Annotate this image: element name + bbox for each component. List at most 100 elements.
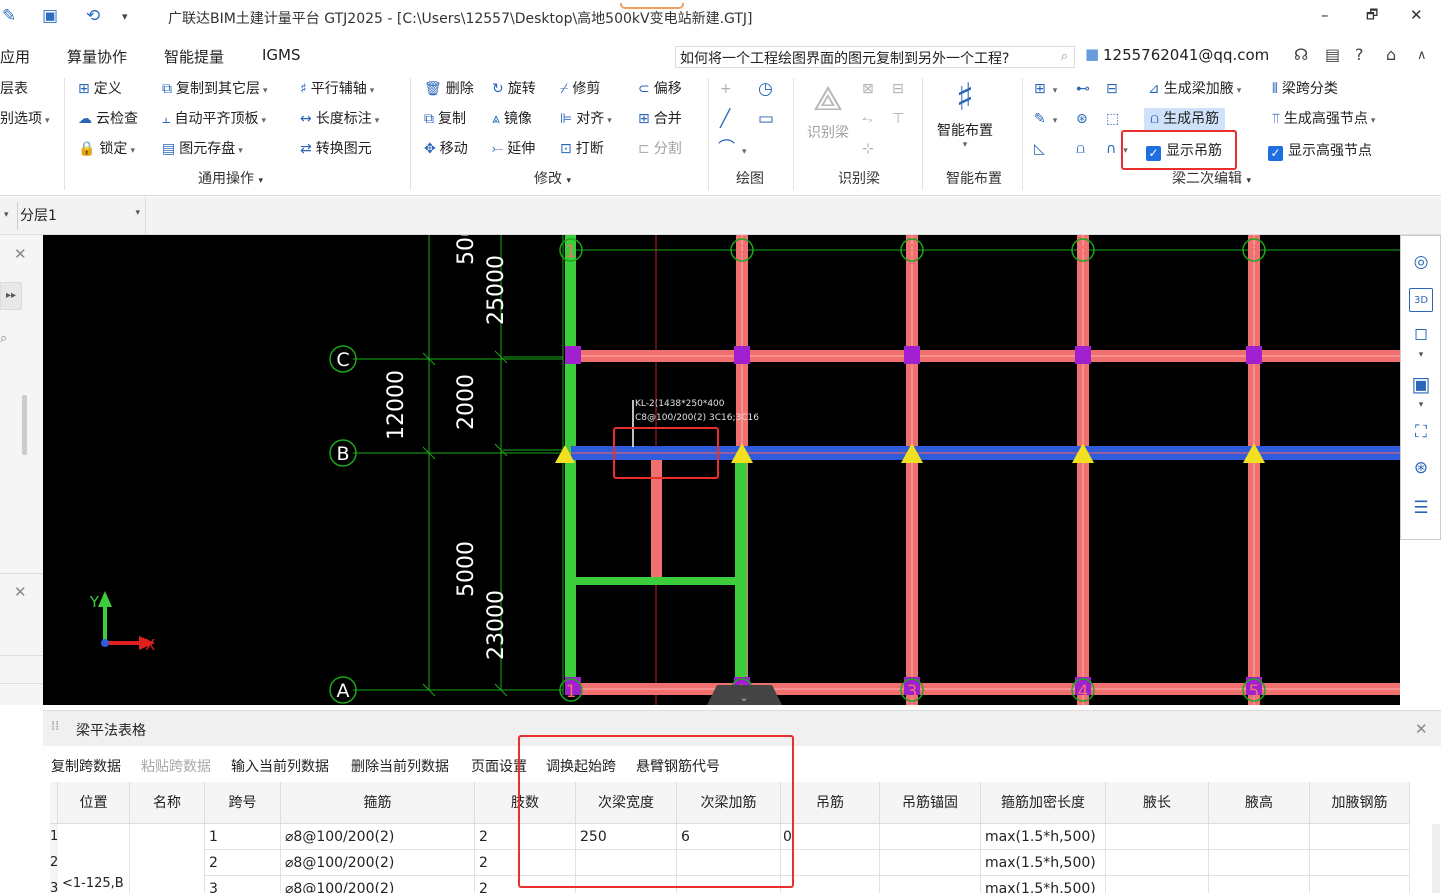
input-column-button[interactable]: 输入当前列数据 — [231, 756, 329, 776]
col-haunch-length[interactable]: 腋长 — [1106, 782, 1209, 824]
beam-support-button[interactable]: ⊷ — [1076, 78, 1094, 100]
help-search-input[interactable]: 如何将一个工程绘图界面的图元复制到另外一个工程? ⌕ — [675, 46, 1075, 68]
draw-beam-button[interactable]: ✎ ▾ — [1034, 108, 1057, 130]
cell-stirrup[interactable]: ⌀8@100/200(2) — [281, 876, 475, 893]
group-label-modify[interactable]: 修改 ▾ — [534, 168, 571, 188]
select-options-button[interactable]: 别选项 ▾ — [0, 108, 50, 130]
col-haunch-bar[interactable]: 加腋钢筋 — [1310, 782, 1410, 824]
move-button[interactable]: ✥ 移动 — [424, 138, 468, 160]
cell-hanger-anchor[interactable] — [880, 876, 981, 893]
cell-haunch-length[interactable] — [1106, 850, 1209, 876]
col-dense-length[interactable]: 箍筋加密长度 — [981, 782, 1106, 824]
cell-haunch-height[interactable] — [1209, 824, 1310, 850]
grid-scrollbar[interactable] — [1432, 824, 1440, 893]
copy-to-layer-button[interactable]: ⧉ 复制到其它层 ▾ — [162, 78, 268, 100]
beam-list-button[interactable]: ⊟ — [1106, 78, 1122, 100]
cell-span[interactable]: 1 — [205, 824, 281, 850]
panel-scrollbar[interactable] — [22, 395, 27, 455]
close-icon[interactable]: ✕ — [14, 245, 27, 263]
cell-span[interactable]: 3 — [205, 876, 281, 893]
col-stirrup[interactable]: 箍筋 — [281, 782, 475, 824]
menu-smart-quantity[interactable]: 智能提量 — [164, 46, 224, 67]
close-icon[interactable]: ✕ — [14, 583, 27, 601]
cell-position[interactable]: <1-125,B — [58, 824, 130, 893]
convert-element-button[interactable]: ⇄ 转换图元 — [300, 138, 372, 160]
chevron-down-icon[interactable]: ▾ — [1409, 400, 1433, 424]
cell-hanger-anchor[interactable] — [880, 850, 981, 876]
col-hanger[interactable]: 吊筋 — [781, 782, 880, 824]
headset-icon[interactable]: ☊ — [1294, 45, 1308, 64]
define-button[interactable]: ⊞ 定义 — [78, 78, 122, 100]
quick-access-dropdown-icon[interactable]: ▾ — [122, 10, 128, 23]
table-tool-button[interactable]: ⊞ ▾ — [1034, 78, 1057, 100]
delete-button[interactable]: 🗑 删除 — [424, 78, 474, 100]
cell-stirrup[interactable]: ⌀8@100/200(2) — [281, 850, 475, 876]
col-span[interactable]: 跨号 — [205, 782, 281, 824]
identify-tool-1[interactable]: ⊠ — [862, 78, 878, 100]
slope-button[interactable]: ◺ — [1034, 138, 1049, 160]
sync-icon[interactable]: ⟲ — [86, 6, 100, 26]
drawing-canvas[interactable]: 1 2 3 4 5 1 2 3 4 5 A C B A 500 25000 — [43, 235, 1400, 705]
solid-cube-icon[interactable]: ▣ — [1409, 372, 1433, 396]
rotate-button[interactable]: ↻ 旋转 — [492, 78, 536, 100]
cell-dense-length[interactable]: max(1.5*h,500) — [981, 850, 1106, 876]
select-beam-button[interactable]: ⬚ — [1106, 108, 1123, 130]
cell-stirrup[interactable]: ⌀8@100/200(2) — [281, 824, 475, 850]
point-draw-button[interactable]: + — [720, 78, 736, 100]
identify-tool-3[interactable]: ⥊ — [862, 108, 877, 130]
cell-span[interactable]: 2 — [205, 850, 281, 876]
identify-tool-4[interactable]: ⊤ — [892, 108, 908, 130]
cell-dense-length[interactable]: max(1.5*h,500) — [981, 824, 1106, 850]
edit-icon[interactable]: ✎ — [2, 6, 16, 26]
arc-draw-button[interactable]: ⌒ ▾ — [718, 138, 747, 160]
menu-igms[interactable]: IGMS — [262, 46, 301, 64]
auto-align-slab-button[interactable]: ⫠ 自动平齐顶板 ▾ — [162, 108, 266, 130]
minimize-button[interactable]: – — [1321, 6, 1329, 24]
cad-drawing[interactable]: 1 2 3 4 5 1 2 3 4 5 A C B A 500 25000 — [43, 235, 1400, 705]
line-draw-button[interactable]: ╱ — [720, 108, 734, 130]
floor-dropdown-arrow-icon[interactable]: ▾ — [4, 210, 9, 220]
circle-draw-button[interactable]: ◷ — [758, 78, 777, 100]
cell-name[interactable] — [130, 824, 205, 893]
search-icon[interactable]: ⌕ — [0, 331, 7, 346]
group-label-common[interactable]: 通用操作 ▾ — [198, 168, 263, 188]
cell-haunch-height[interactable] — [1209, 876, 1310, 893]
lock-button[interactable]: 🔒 锁定 ▾ — [78, 138, 135, 160]
parallel-axis-button[interactable]: ♯ 平行辅轴 ▾ — [300, 78, 374, 100]
cell-haunch-bar[interactable] — [1310, 876, 1410, 893]
col-position[interactable]: 位置 — [58, 782, 130, 824]
menu-app[interactable]: 应用 — [0, 46, 30, 67]
account-email[interactable]: 1255762041@qq.com — [1103, 46, 1269, 64]
cell-hanger-anchor[interactable] — [880, 824, 981, 850]
mirror-button[interactable]: ⩓ 镜像 — [492, 108, 532, 130]
cell-haunch-bar[interactable] — [1310, 850, 1410, 876]
extend-button[interactable]: ⤚ 延伸 — [492, 138, 535, 160]
cell-haunch-bar[interactable] — [1310, 824, 1410, 850]
generate-hs-node-button[interactable]: ⫪ 生成高强节点 ▾ — [1272, 108, 1375, 130]
origin-point-button[interactable]: ⊛ — [1076, 108, 1092, 130]
property-icon[interactable]: ☰ — [1409, 498, 1433, 522]
generate-haunch-button[interactable]: ⊿ 生成梁加腋 ▾ — [1148, 78, 1241, 100]
col-haunch-height[interactable]: 腋高 — [1209, 782, 1310, 824]
offset-button[interactable]: ⊂ 偏移 — [638, 78, 682, 100]
cloud-check-button[interactable]: ☁ 云检查 — [78, 108, 138, 130]
cell-haunch-height[interactable] — [1209, 850, 1310, 876]
length-dim-button[interactable]: ↔ 长度标注 ▾ — [300, 108, 379, 130]
group-label-beam-edit[interactable]: 梁二次编辑 ▾ — [1172, 168, 1251, 188]
rect-draw-button[interactable]: ▭ — [758, 108, 778, 130]
span-classify-button[interactable]: ⫴ 梁跨分类 — [1272, 78, 1338, 100]
cell-dense-length[interactable]: max(1.5*h,500) — [981, 876, 1106, 893]
split-button[interactable]: ⊏ 分割 — [638, 138, 682, 160]
identify-tool-2[interactable]: ⊟ — [892, 78, 908, 100]
cell-hanger[interactable] — [781, 876, 880, 893]
close-icon[interactable]: ✕ — [1415, 720, 1428, 738]
copy-button[interactable]: ⧉ 复制 — [424, 108, 466, 130]
generate-hanger-button[interactable]: ⩍ 生成吊筋 — [1144, 108, 1226, 130]
fullscreen-icon[interactable]: ⛶ — [1409, 422, 1433, 446]
layer-table-button[interactable]: 层表 — [0, 78, 28, 100]
cell-hanger[interactable] — [781, 850, 880, 876]
calendar-icon[interactable]: ▤ — [1325, 45, 1340, 64]
smart-layout-button[interactable]: ♯ 智能布置 ▾ — [930, 74, 1000, 150]
view-fit-icon[interactable]: ⊛ — [1409, 458, 1433, 482]
trim-button[interactable]: ⌿ 修剪 — [560, 78, 600, 100]
